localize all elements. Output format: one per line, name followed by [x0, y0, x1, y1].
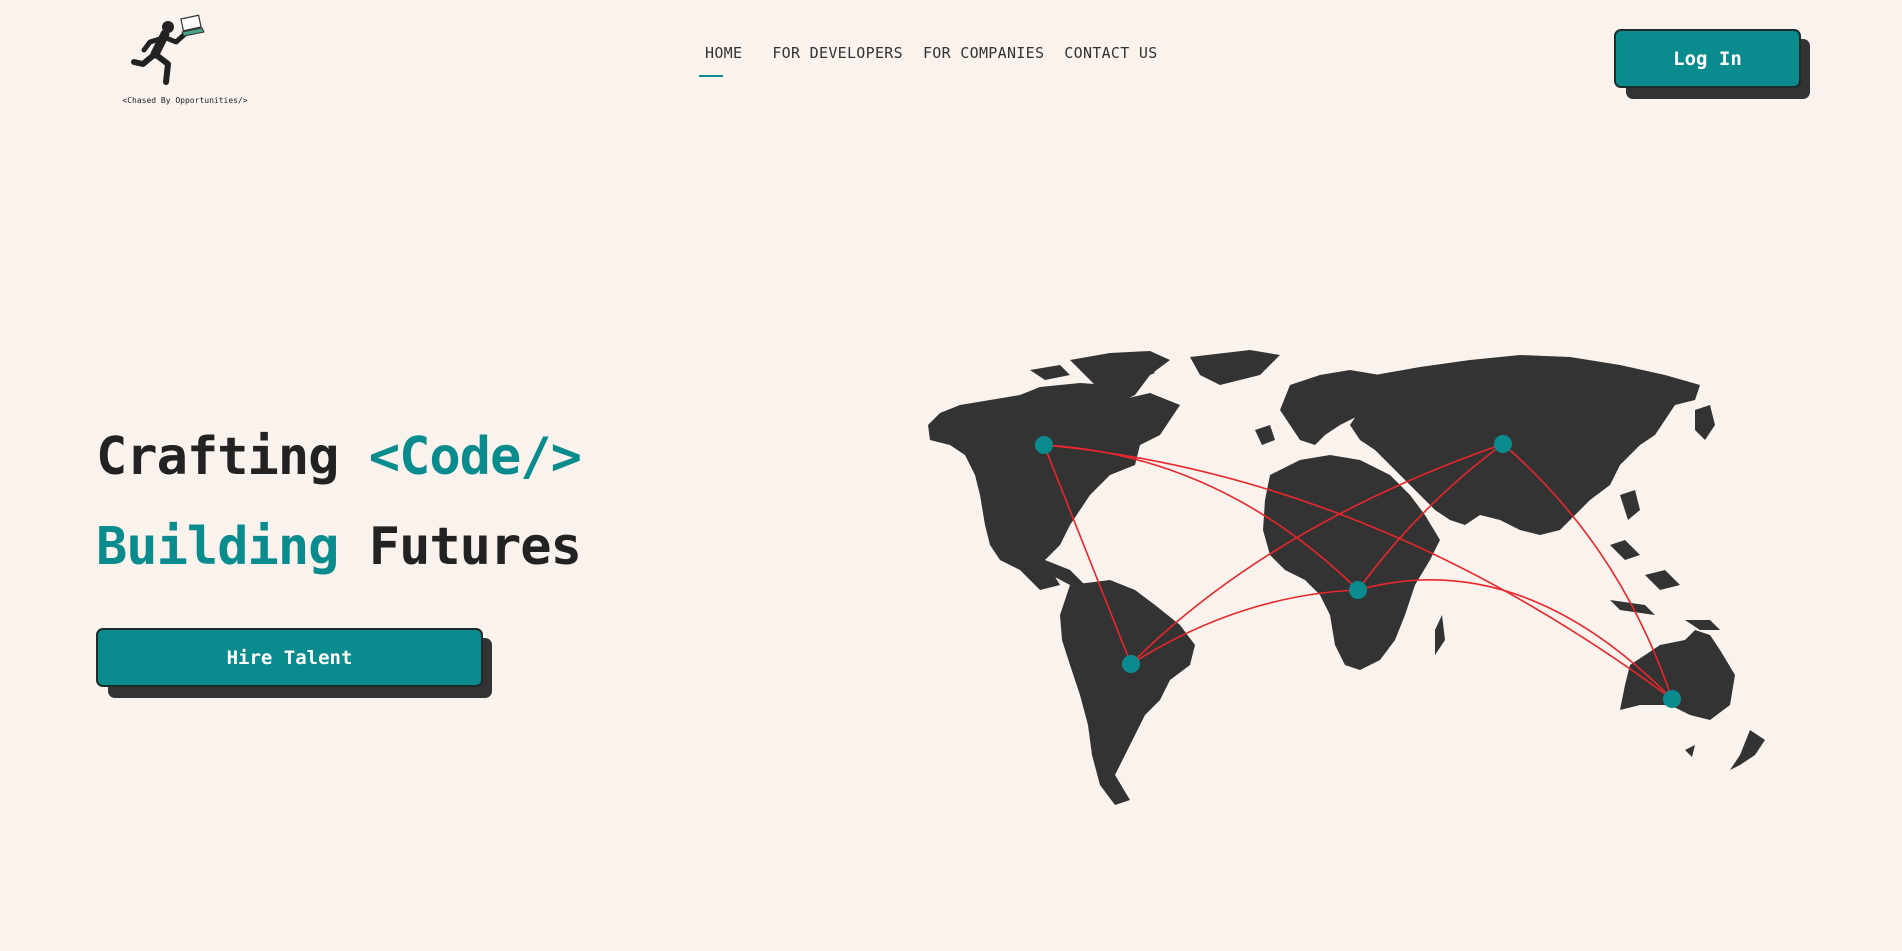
hero-line-2: Building Futures [96, 502, 582, 592]
north-america-shape [928, 383, 1180, 590]
main-nav: HOME FOR DEVELOPERS FOR COMPANIES CONTAC… [698, 44, 1158, 77]
marker-north-america [1035, 436, 1053, 454]
hero-line-1-plain: Crafting [96, 427, 369, 487]
hero-line-2-accent: Building [96, 517, 339, 577]
hero-line-1: Crafting <Code/> [96, 412, 582, 502]
login-button-group: Log In [1614, 29, 1810, 99]
marker-south-america [1122, 655, 1140, 673]
hire-talent-button-group: Hire Talent [96, 628, 492, 698]
nav-contact-us[interactable]: CONTACT US [1064, 44, 1157, 62]
login-button[interactable]: Log In [1614, 29, 1801, 88]
nav-for-companies[interactable]: FOR COMPANIES [923, 44, 1044, 62]
hero-line-1-accent: <Code/> [368, 427, 582, 487]
south-america-shape [1060, 580, 1195, 805]
hero-line-2-plain: Futures [338, 517, 582, 577]
marker-australia [1663, 690, 1681, 708]
marker-asia [1494, 435, 1512, 453]
laptop-icon [180, 14, 205, 37]
hire-talent-button[interactable]: Hire Talent [96, 628, 483, 687]
hero-heading: Crafting <Code/> Building Futures [96, 412, 582, 592]
world-map-illustration [928, 350, 1765, 805]
logo-tagline: <Chased By Opportunities/> [122, 96, 248, 105]
brand-logo[interactable]: <Chased By Opportunities/> [110, 12, 260, 112]
australia-shape [1620, 630, 1735, 720]
nav-home[interactable]: HOME [698, 44, 742, 77]
marker-africa [1349, 581, 1367, 599]
nav-for-developers[interactable]: FOR DEVELOPERS [772, 44, 903, 62]
running-person-logo-icon [131, 14, 205, 85]
